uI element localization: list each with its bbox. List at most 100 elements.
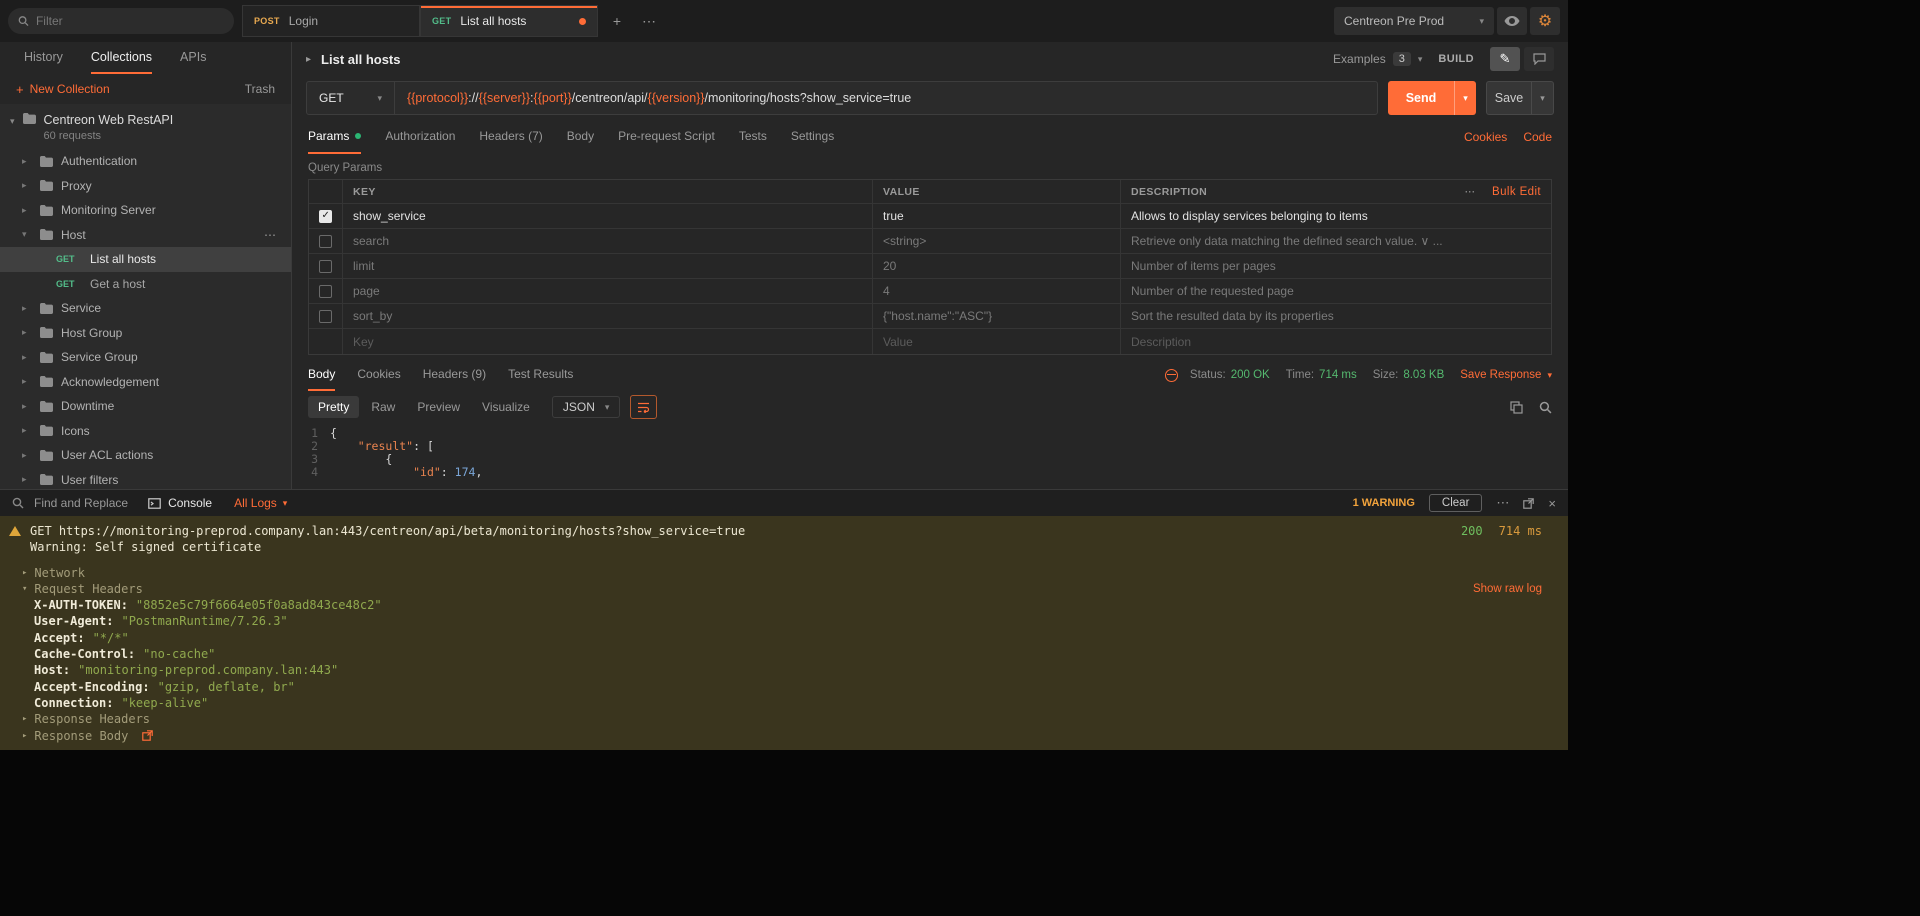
settings-button[interactable]: ⚙ <box>1530 7 1560 35</box>
param-value[interactable]: {"host.name":"ASC"} <box>873 304 1121 328</box>
sidebar-folder-user-acl-actions[interactable]: ▸User ACL actions <box>0 443 291 468</box>
param-key[interactable]: show_service <box>343 204 873 228</box>
param-value[interactable]: Value <box>873 329 1121 354</box>
sidebar-folder-service-group[interactable]: ▸Service Group <box>0 345 291 370</box>
response-tab-headers-9[interactable]: Headers (9) <box>423 359 486 391</box>
param-checkbox[interactable] <box>319 310 332 323</box>
console-section-response-headers[interactable]: ▸ Response Headers <box>0 711 1568 727</box>
param-checkbox[interactable] <box>319 260 332 273</box>
more-options-icon[interactable]: ⋯ <box>264 228 277 242</box>
find-and-replace-button[interactable]: Find and Replace <box>34 496 128 510</box>
log-filter-dropdown[interactable]: All Logs ▾ <box>234 496 287 510</box>
sidebar-tab-collections[interactable]: Collections <box>91 42 152 74</box>
param-value[interactable]: <string> <box>873 229 1121 253</box>
param-value[interactable]: true <box>873 204 1121 228</box>
wrap-text-button[interactable] <box>630 395 657 419</box>
request-tab-settings[interactable]: Settings <box>791 120 834 154</box>
view-mode-preview[interactable]: Preview <box>407 396 470 418</box>
method-selector[interactable]: GET ▾ <box>307 82 395 114</box>
param-description[interactable]: Retrieve only data matching the defined … <box>1121 229 1551 253</box>
param-value[interactable]: 20 <box>873 254 1121 278</box>
param-checkbox[interactable] <box>319 285 332 298</box>
url-input[interactable]: {{protocol}}://{{server}}:{{port}}/centr… <box>395 91 923 105</box>
sidebar-tab-apis[interactable]: APIs <box>180 42 206 74</box>
edit-mode-button[interactable]: ✎ <box>1490 47 1520 71</box>
request-tab-pre-request-script[interactable]: Pre-request Script <box>618 120 715 154</box>
search-icon[interactable] <box>1539 401 1552 414</box>
sidebar-folder-proxy[interactable]: ▸Proxy <box>0 174 291 199</box>
chevron-down-icon[interactable]: ▾ <box>1531 82 1553 114</box>
more-options-icon[interactable]: ⋯ <box>1465 186 1477 198</box>
param-description[interactable]: Number of items per pages <box>1121 254 1551 278</box>
code-link[interactable]: Code <box>1523 130 1552 144</box>
request-tab-authorization[interactable]: Authorization <box>385 120 455 154</box>
sidebar-folder-host-group[interactable]: ▸Host Group <box>0 321 291 346</box>
save-response-button[interactable]: Save Response ▾ <box>1460 369 1552 381</box>
filter-input[interactable] <box>36 14 224 28</box>
param-checkbox[interactable] <box>319 235 332 248</box>
param-description[interactable]: Description <box>1121 329 1551 354</box>
param-key[interactable]: sort_by <box>343 304 873 328</box>
request-tab-params[interactable]: Params <box>308 120 361 154</box>
save-button[interactable]: Save ▾ <box>1486 81 1554 115</box>
sidebar-folder-acknowledgement[interactable]: ▸Acknowledgement <box>0 370 291 395</box>
examples-dropdown[interactable]: Examples 3 ▾ <box>1333 52 1422 66</box>
sidebar-folder-host[interactable]: ▾Host⋯ <box>0 223 291 248</box>
new-collection-button[interactable]: + New Collection <box>16 82 110 97</box>
window-tab-login[interactable]: POSTLogin <box>242 5 420 37</box>
sidebar-folder-monitoring-server[interactable]: ▸Monitoring Server <box>0 198 291 223</box>
sidebar-folder-service[interactable]: ▸Service <box>0 296 291 321</box>
console-section-network[interactable]: ▸ Network <box>0 565 1568 581</box>
close-icon[interactable]: × <box>1548 496 1556 511</box>
more-options-icon[interactable]: ⋯ <box>1496 495 1509 511</box>
sidebar-request-list-all-hosts[interactable]: GETList all hosts <box>0 247 291 272</box>
open-in-new-window-icon[interactable] <box>1523 498 1534 509</box>
window-tab-list-all-hosts[interactable]: GETList all hosts <box>420 5 598 37</box>
sidebar-filter[interactable] <box>8 8 234 34</box>
environment-selector[interactable]: Centreon Pre Prod ▾ <box>1334 7 1494 35</box>
param-description[interactable]: Number of the requested page <box>1121 279 1551 303</box>
format-selector[interactable]: JSON ▾ <box>552 396 621 418</box>
new-tab-button[interactable]: + <box>604 8 630 34</box>
comment-button[interactable] <box>1524 47 1554 71</box>
sidebar-tab-history[interactable]: History <box>24 42 63 74</box>
console-section-request-headers[interactable]: ▾ Request Headers Show raw log <box>0 581 1568 597</box>
param-key[interactable]: page <box>343 279 873 303</box>
view-mode-pretty[interactable]: Pretty <box>308 396 359 418</box>
sidebar-folder-authentication[interactable]: ▸Authentication <box>0 149 291 174</box>
external-link-icon[interactable] <box>142 730 153 741</box>
response-tab-body[interactable]: Body <box>308 359 335 391</box>
request-tab-headers-7[interactable]: Headers (7) <box>479 120 542 154</box>
sidebar-folder-user-filters[interactable]: ▸User filters <box>0 468 291 490</box>
response-body-viewer[interactable]: 1{2 "result": [3 {4 "id": 174, <box>292 423 1568 489</box>
sidebar-folder-icons[interactable]: ▸Icons <box>0 419 291 444</box>
console-section-response-body[interactable]: ▸ Response Body <box>0 728 1568 744</box>
param-description[interactable]: Allows to display services belonging to … <box>1121 204 1551 228</box>
param-key[interactable]: Key <box>343 329 873 354</box>
param-value[interactable]: 4 <box>873 279 1121 303</box>
request-tab-tests[interactable]: Tests <box>739 120 767 154</box>
request-tab-body[interactable]: Body <box>567 120 594 154</box>
chevron-down-icon[interactable]: ▾ <box>1454 81 1476 115</box>
param-key[interactable]: search <box>343 229 873 253</box>
response-tab-test-results[interactable]: Test Results <box>508 359 573 391</box>
cookies-link[interactable]: Cookies <box>1464 130 1507 144</box>
console-tab[interactable]: Console <box>148 496 212 510</box>
chevron-right-icon[interactable]: ▸ <box>306 54 311 65</box>
sidebar-request-get-a-host[interactable]: GETGet a host <box>0 272 291 297</box>
more-tabs-button[interactable]: ⋯ <box>636 8 662 34</box>
console-log-entry[interactable]: GET https://monitoring-preprod.company.l… <box>0 523 1568 539</box>
view-mode-raw[interactable]: Raw <box>361 396 405 418</box>
param-checkbox[interactable] <box>319 210 332 223</box>
param-description[interactable]: Sort the resulted data by its properties <box>1121 304 1551 328</box>
clear-console-button[interactable]: Clear <box>1429 494 1482 512</box>
collection-root[interactable]: ▾ Centreon Web RestAPI 60 requests <box>0 104 291 149</box>
param-key[interactable]: limit <box>343 254 873 278</box>
environment-quick-look-button[interactable] <box>1497 7 1527 35</box>
trash-button[interactable]: Trash <box>245 82 275 96</box>
copy-icon[interactable] <box>1510 401 1523 414</box>
response-tab-cookies[interactable]: Cookies <box>357 359 400 391</box>
view-mode-visualize[interactable]: Visualize <box>472 396 540 418</box>
sidebar-folder-downtime[interactable]: ▸Downtime <box>0 394 291 419</box>
bulk-edit-link[interactable]: Bulk Edit <box>1492 186 1541 198</box>
